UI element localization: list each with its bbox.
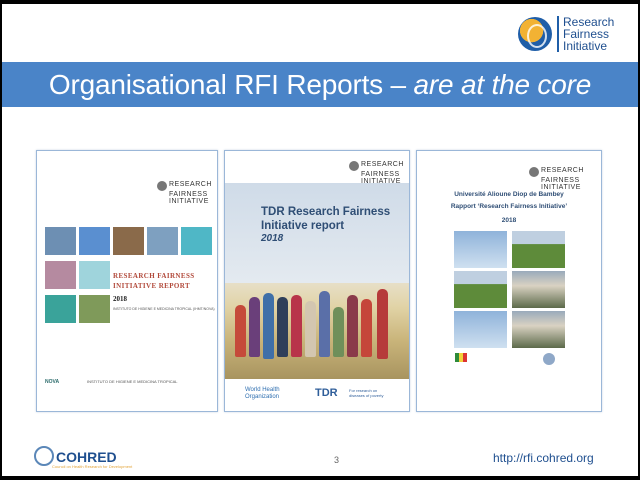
tdr-tagline: For research on diseases of poverty xyxy=(349,388,384,398)
rfi-logo: Research Fairness Initiative xyxy=(518,16,614,52)
children-photo xyxy=(225,283,409,379)
photo xyxy=(512,271,565,308)
who-logo: World Health Organization xyxy=(245,387,280,400)
cohred-tagline: Council on Health Research for Developme… xyxy=(52,464,133,469)
globe-icon xyxy=(518,17,552,51)
globe-ring-icon xyxy=(34,446,54,466)
photo-tile xyxy=(113,227,144,255)
nova-logo: NOVA xyxy=(45,379,60,385)
report-institution: INSTITUTO DE HIGIENE E MEDICINA TROPICAL… xyxy=(113,307,215,311)
report-rfi-logo: RESEARCH FAIRNESS INITIATIVE xyxy=(529,167,584,191)
cover-footer: World Health Organization TDR For resear… xyxy=(225,379,409,411)
photo-tile xyxy=(79,295,110,323)
report-cover-ihmt: RESEARCH FAIRNESS INITIATIVE RESEARCH FA… xyxy=(36,150,218,412)
color-tile xyxy=(79,261,110,289)
report-year: 2018 xyxy=(501,217,517,224)
senegal-flag-icon xyxy=(455,353,467,362)
title-italic: are at the core xyxy=(413,68,592,100)
report-rfi-logo: RESEARCH FAIRNESS INITIATIVE xyxy=(349,161,404,185)
report-title: TDR Research Fairness Initiative report xyxy=(261,206,391,232)
title-bar: Organisational RFI Reports – are at the … xyxy=(2,62,638,107)
footer-url[interactable]: http://rfi.cohred.org xyxy=(493,451,594,465)
globe-icon xyxy=(349,161,359,171)
photo xyxy=(454,311,507,348)
university-seal-icon xyxy=(543,353,555,365)
logo-line-3: Initiative xyxy=(563,39,608,53)
globe-icon xyxy=(157,181,167,191)
report-cover-uadb: RESEARCH FAIRNESS INITIATIVE Université … xyxy=(416,150,602,412)
cohred-logo: COHRED xyxy=(34,446,117,466)
photo xyxy=(512,311,565,348)
color-tile xyxy=(45,295,76,323)
color-tile xyxy=(79,227,110,255)
ihmt-logo: INSTITUTO DE HIGIENE E MEDICINA TROPICAL xyxy=(87,379,178,384)
globe-icon xyxy=(529,167,539,177)
slide-title: Organisational RFI Reports – are at the … xyxy=(49,69,591,101)
report-title: Rapport ‘Research Fairness Initiative’ xyxy=(450,203,568,210)
photo xyxy=(512,231,565,268)
title-main: Organisational RFI Reports – xyxy=(48,68,406,100)
photo-tile xyxy=(147,227,178,255)
photo xyxy=(454,231,507,268)
report-rfi-logo: RESEARCH FAIRNESS INITIATIVE xyxy=(157,181,212,205)
color-tile xyxy=(181,227,212,255)
rfi-logo-text: Research Fairness Initiative xyxy=(557,16,614,52)
university-name: Université Alioune Diop de Bambey xyxy=(454,191,564,198)
photo-tile xyxy=(45,261,76,289)
cover-sky xyxy=(225,183,409,283)
report-title: RESEARCH FAIRNESS INITIATIVE REPORT xyxy=(113,272,195,290)
slide: Research Fairness Initiative Organisatio… xyxy=(2,4,638,476)
report-year: 2018 xyxy=(261,233,284,244)
photo-tile xyxy=(45,227,76,255)
page-number: 3 xyxy=(334,455,340,465)
tdr-logo: TDR xyxy=(315,387,338,399)
photo xyxy=(454,271,507,308)
report-year: 2018 xyxy=(113,295,127,303)
report-cover-tdr: RESEARCH FAIRNESS INITIATIVE TDR Researc… xyxy=(224,150,410,412)
